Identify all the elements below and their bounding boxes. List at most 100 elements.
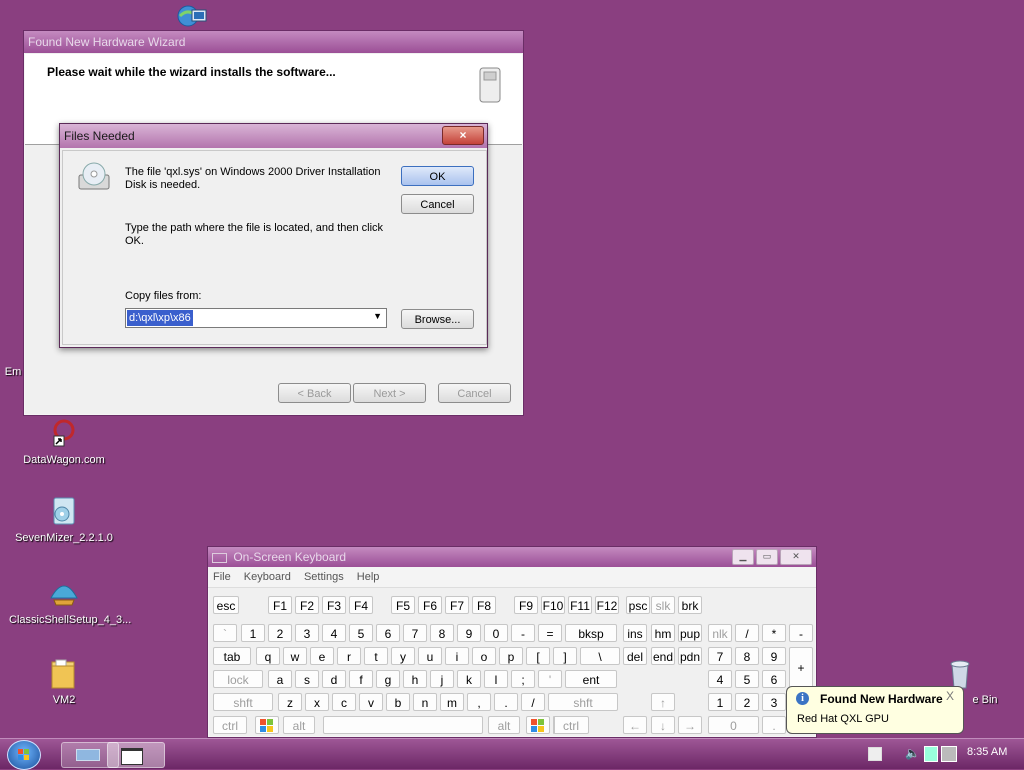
tray-keyboard-icon[interactable]: [868, 747, 882, 761]
menu-file[interactable]: File: [213, 571, 231, 583]
osk-key[interactable]: -: [511, 624, 535, 642]
osk-key[interactable]: j: [430, 670, 454, 688]
desktop-icon-sevenmizer[interactable]: SevenMizer_2.2.1.0: [9, 496, 119, 544]
osk-key[interactable]: ;: [511, 670, 535, 688]
notification-balloon[interactable]: i Found New Hardware X Red Hat QXL GPU: [786, 686, 964, 734]
files-needed-dialog[interactable]: Files Needed × The file 'qxl.sys' on Win…: [59, 123, 488, 348]
osk-key[interactable]: ctrl: [553, 716, 589, 734]
taskbar-wizard-button[interactable]: [107, 742, 165, 768]
osk-key[interactable]: F10: [541, 596, 565, 614]
osk-key[interactable]: shft: [213, 693, 273, 711]
osk-key[interactable]: 6: [376, 624, 400, 642]
close-icon[interactable]: ×: [442, 126, 484, 145]
osk-key[interactable]: n: [413, 693, 437, 711]
osk-key[interactable]: 3: [762, 693, 786, 711]
osk-key[interactable]: 4: [322, 624, 346, 642]
on-screen-keyboard-window[interactable]: On-Screen Keyboard ▁ ▭ ✕ File Keyboard S…: [207, 546, 817, 738]
clock[interactable]: 8:35 AM: [967, 746, 1007, 758]
osk-key[interactable]: F3: [322, 596, 346, 614]
cancel-button[interactable]: Cancel: [401, 194, 474, 214]
maximize-icon[interactable]: ▭: [756, 549, 778, 565]
osk-key[interactable]: 4: [708, 670, 732, 688]
osk-key[interactable]: -: [789, 624, 813, 642]
osk-key[interactable]: x: [305, 693, 329, 711]
osk-key[interactable]: `: [213, 624, 237, 642]
osk-key[interactable]: nlk: [708, 624, 732, 642]
osk-key[interactable]: F2: [295, 596, 319, 614]
osk-key[interactable]: a: [268, 670, 292, 688]
start-button[interactable]: [7, 740, 41, 770]
osk-key[interactable]: F1: [268, 596, 292, 614]
osk-key[interactable]: 8: [735, 647, 759, 665]
osk-key[interactable]: bksp: [565, 624, 617, 642]
osk-key[interactable]: pdn: [678, 647, 702, 665]
osk-key[interactable]: ent: [565, 670, 617, 688]
osk-key[interactable]: 7: [708, 647, 732, 665]
osk-key[interactable]: [: [526, 647, 550, 665]
osk-key[interactable]: b: [386, 693, 410, 711]
osk-key[interactable]: g: [376, 670, 400, 688]
osk-key[interactable]: ]: [553, 647, 577, 665]
osk-key[interactable]: h: [403, 670, 427, 688]
osk-key[interactable]: r: [337, 647, 361, 665]
wizard-back-button[interactable]: < Back: [278, 383, 351, 403]
osk-key[interactable]: d: [322, 670, 346, 688]
osk-key[interactable]: 9: [457, 624, 481, 642]
osk-key[interactable]: 3: [295, 624, 319, 642]
osk-key[interactable]: 0: [708, 716, 759, 734]
osk-key[interactable]: 2: [735, 693, 759, 711]
osk-key[interactable]: alt: [283, 716, 315, 734]
osk-key[interactable]: c: [332, 693, 356, 711]
osk-key[interactable]: o: [472, 647, 496, 665]
osk-key[interactable]: 1: [241, 624, 265, 642]
ok-button[interactable]: OK: [401, 166, 474, 186]
osk-key[interactable]: 6: [762, 670, 786, 688]
osk-key[interactable]: ←: [623, 716, 647, 734]
osk-key[interactable]: alt: [488, 716, 520, 734]
osk-key[interactable]: 2: [268, 624, 292, 642]
osk-key[interactable]: esc: [213, 596, 239, 614]
osk-key-space[interactable]: [323, 716, 483, 734]
osk-key[interactable]: F5: [391, 596, 415, 614]
desktop-icon-classicshell[interactable]: ClassicShellSetup_4_3...: [9, 578, 131, 626]
osk-key[interactable]: i: [445, 647, 469, 665]
osk-key[interactable]: F8: [472, 596, 496, 614]
volume-icon[interactable]: 🔈: [905, 746, 920, 760]
osk-key[interactable]: 9: [762, 647, 786, 665]
osk-key[interactable]: slk: [651, 596, 675, 614]
osk-key[interactable]: .: [494, 693, 518, 711]
network-tray-icon[interactable]: [924, 746, 938, 762]
osk-key[interactable]: psc: [626, 596, 650, 614]
osk-key[interactable]: del: [623, 647, 647, 665]
osk-key[interactable]: F4: [349, 596, 373, 614]
osk-key-windows-left[interactable]: [255, 716, 279, 734]
osk-key[interactable]: tab: [213, 647, 251, 665]
osk-key[interactable]: shft: [548, 693, 618, 711]
hardware-tray-icon[interactable]: [941, 746, 957, 762]
osk-key[interactable]: ins: [623, 624, 647, 642]
desktop-icon-vm2[interactable]: VM2: [9, 658, 119, 706]
osk-key[interactable]: 5: [735, 670, 759, 688]
balloon-close-button[interactable]: X: [946, 689, 954, 703]
osk-key[interactable]: 5: [349, 624, 373, 642]
osk-key[interactable]: t: [364, 647, 388, 665]
osk-key[interactable]: F7: [445, 596, 469, 614]
osk-key[interactable]: +: [789, 647, 813, 688]
osk-key[interactable]: q: [256, 647, 280, 665]
osk-key[interactable]: ↑: [651, 693, 675, 711]
osk-key[interactable]: .: [762, 716, 786, 734]
minimize-icon[interactable]: ▁: [732, 549, 754, 565]
osk-key[interactable]: w: [283, 647, 307, 665]
osk-key[interactable]: l: [484, 670, 508, 688]
osk-key[interactable]: p: [499, 647, 523, 665]
osk-key[interactable]: s: [295, 670, 319, 688]
wizard-cancel-button[interactable]: Cancel: [438, 383, 511, 403]
menu-settings[interactable]: Settings: [304, 571, 344, 583]
osk-key[interactable]: ,: [467, 693, 491, 711]
copy-files-combobox[interactable]: d:\qxl\xp\x86 ▼: [125, 308, 387, 328]
chevron-down-icon[interactable]: ▼: [373, 311, 382, 321]
osk-key[interactable]: 0: [484, 624, 508, 642]
desktop-icon-datawagon[interactable]: DataWagon.com: [9, 418, 119, 466]
osk-key[interactable]: m: [440, 693, 464, 711]
osk-key[interactable]: end: [651, 647, 675, 665]
